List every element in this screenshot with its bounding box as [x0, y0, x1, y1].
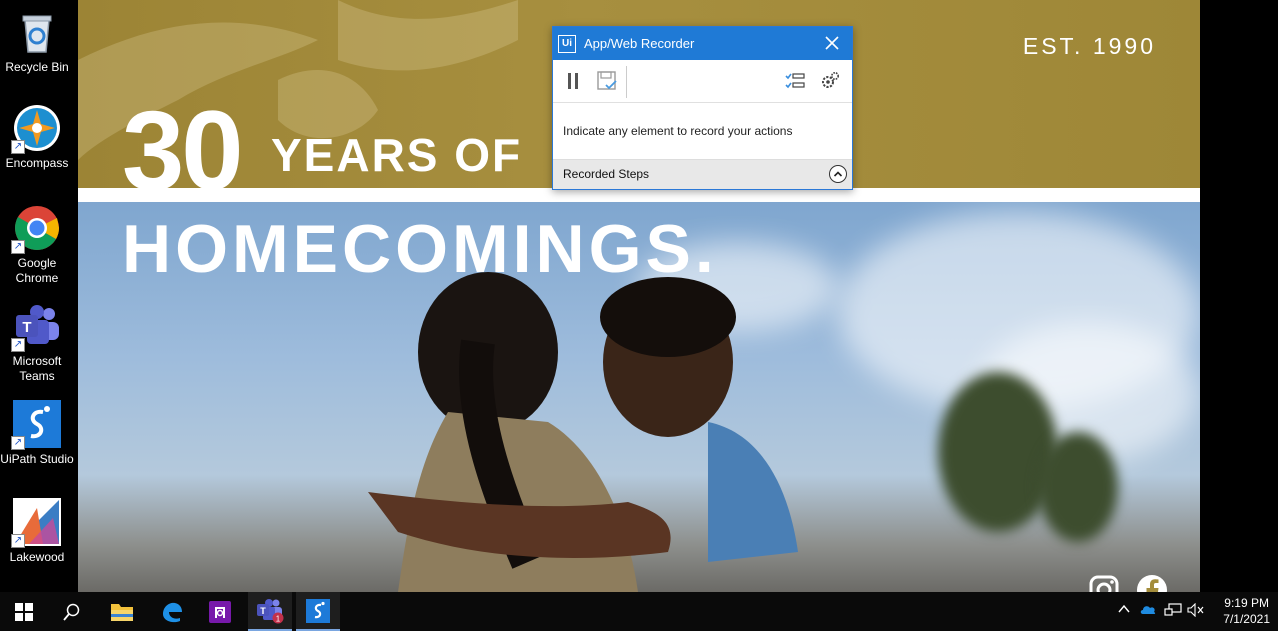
close-button[interactable] — [822, 33, 842, 53]
taskbar-uipath[interactable] — [296, 592, 340, 631]
network-button[interactable] — [1164, 603, 1182, 620]
onedrive-button[interactable] — [1139, 603, 1157, 618]
recorder-toolbar — [553, 60, 852, 103]
clock-time: 9:19 PM — [1224, 596, 1269, 610]
encompass-icon: ↗ — [11, 104, 61, 154]
desktop-icon-teams[interactable]: T ↗ Microsoft Teams — [0, 302, 74, 384]
teams-icon: T ↗ — [11, 302, 61, 352]
right-border — [1200, 0, 1278, 592]
desktop-icon-uipath[interactable]: ↗ UiPath Studio — [0, 400, 74, 467]
pause-button[interactable] — [562, 70, 584, 92]
edge-icon — [163, 602, 182, 622]
taskbar-teams[interactable]: T 1 — [248, 592, 292, 631]
desktop-icon-encompass[interactable]: ↗ Encompass — [0, 104, 74, 171]
lakewood-icon: ↗ — [11, 498, 61, 548]
uipath-icon: ↗ — [11, 400, 61, 450]
desktop-icon-label: Microsoft Teams — [12, 354, 62, 383]
chevron-up-icon — [1118, 604, 1130, 613]
pause-icon — [568, 73, 578, 89]
chrome-icon: ↗ — [11, 204, 61, 254]
clock-date: 7/1/2021 — [1223, 612, 1270, 626]
svg-text:T: T — [22, 319, 31, 336]
desktop-icon-lakewood[interactable]: ↗ Lakewood — [0, 498, 74, 565]
recorder-message: Indicate any element to record your acti… — [563, 124, 793, 138]
teams-badge: 1 — [276, 614, 281, 623]
recorder-title: App/Web Recorder — [584, 36, 695, 51]
clock[interactable]: 9:19 PM 7/1/2021 — [1223, 595, 1270, 627]
volume-button[interactable] — [1187, 602, 1205, 620]
divider — [78, 188, 1200, 202]
toolbar-separator — [626, 66, 627, 98]
save-icon — [597, 71, 617, 90]
taskbar-file-explorer[interactable] — [100, 592, 144, 631]
desktop-icon-label: Encompass — [5, 156, 69, 170]
desktop-icons: Recycle Bin ↗ Encompass ↗ Google Chrome … — [0, 0, 78, 592]
headline-line1: YEARS OF — [271, 129, 523, 181]
volume-muted-icon — [1187, 602, 1204, 618]
close-icon — [825, 36, 839, 50]
settings-button[interactable] — [819, 70, 841, 92]
start-button[interactable] — [2, 592, 46, 631]
search-button[interactable] — [50, 592, 94, 631]
network-icon — [1164, 603, 1182, 616]
search-icon — [63, 603, 80, 621]
desktop-icon-label: Lakewood — [9, 550, 65, 564]
recorded-steps-header[interactable]: Recorded Steps — [553, 159, 852, 189]
save-button[interactable] — [596, 70, 618, 92]
file-explorer-icon — [111, 603, 133, 621]
taskbar-edge[interactable] — [150, 592, 194, 631]
recycle-bin-icon — [13, 8, 61, 56]
recorder-window: Ui App/Web Recorder Indicate any element… — [552, 26, 853, 190]
taskbar-onenote[interactable] — [198, 592, 242, 631]
teams-icon: T 1 — [257, 598, 284, 623]
uipath-logo-icon: Ui — [558, 34, 576, 53]
onedrive-icon — [1140, 606, 1156, 614]
taskbar: T 1 9:19 PM 7/1/2021 — [0, 592, 1278, 631]
headline-number: 30 — [122, 88, 244, 213]
recorded-steps-label: Recorded Steps — [563, 167, 650, 181]
steps-list-button[interactable] — [784, 70, 806, 92]
facebook-icon[interactable] — [1136, 574, 1168, 592]
checklist-icon — [785, 73, 805, 89]
onenote-icon — [209, 600, 231, 623]
desktop-icon-recycle-bin[interactable]: Recycle Bin — [0, 8, 74, 75]
est-label: EST. 1990 — [1022, 33, 1156, 59]
recorder-titlebar[interactable]: Ui App/Web Recorder — [553, 27, 852, 60]
svg-text:T: T — [260, 606, 266, 616]
desktop-icon-label: UiPath Studio — [0, 452, 74, 466]
start-icon — [15, 602, 33, 621]
chevron-up-icon[interactable] — [829, 165, 847, 183]
desktop-icon-label: Recycle Bin — [5, 60, 69, 74]
gear-icon — [822, 71, 840, 88]
show-hidden-icons-button[interactable] — [1118, 603, 1130, 618]
uipath-icon — [306, 598, 330, 623]
desktop-icon-label: Google Chrome — [15, 256, 59, 285]
instagram-icon[interactable] — [1088, 574, 1120, 592]
desktop-icon-chrome[interactable]: ↗ Google Chrome — [0, 204, 74, 286]
hug-figures — [368, 272, 798, 592]
headline-line2: HOMECOMINGS. — [122, 211, 718, 287]
